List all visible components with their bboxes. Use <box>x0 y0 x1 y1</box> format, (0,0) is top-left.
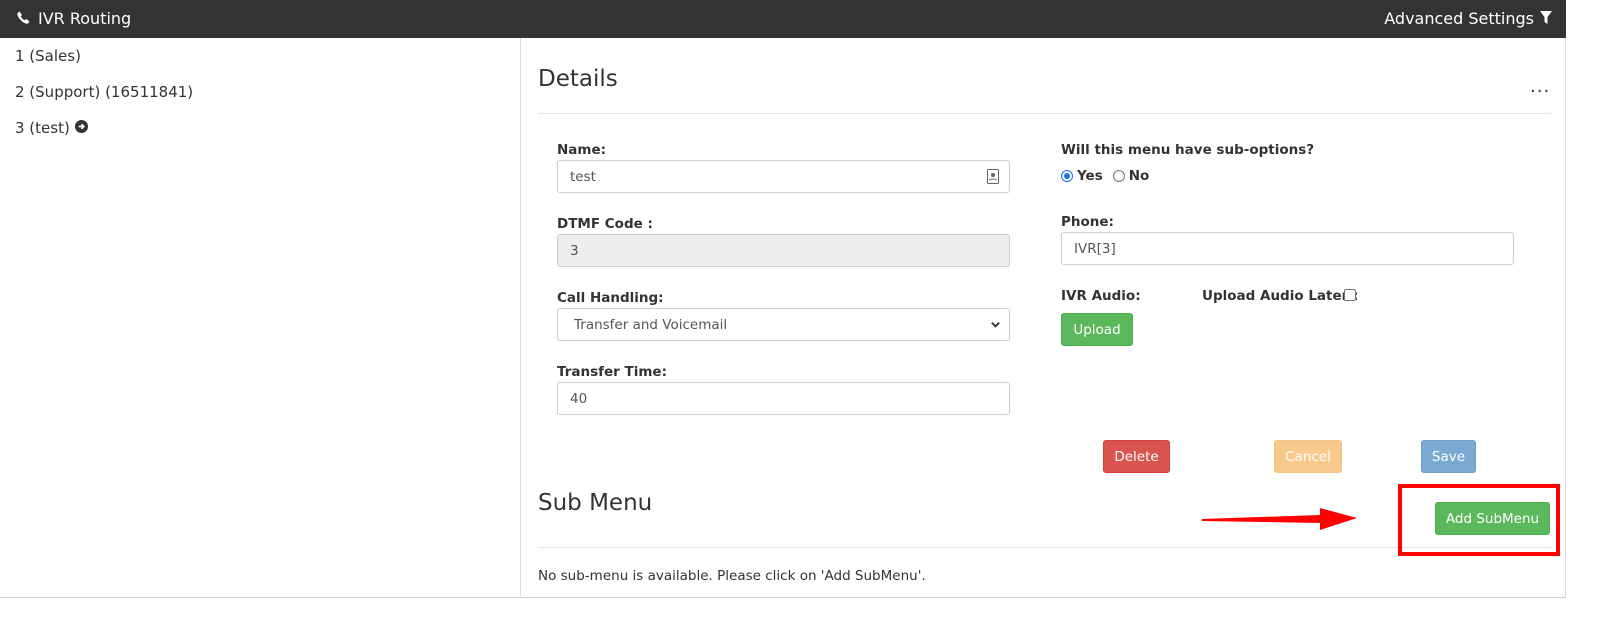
annotation-arrow <box>1202 508 1357 530</box>
call-handling-label: Call Handling: <box>557 290 664 306</box>
divider <box>538 113 1551 114</box>
dtmf-code-label: DTMF Code : <box>557 216 653 232</box>
phone-input-value: IVR[3] <box>1074 240 1116 257</box>
name-input[interactable]: test <box>557 160 1010 193</box>
upload-later-checkbox[interactable] <box>1344 289 1356 301</box>
radio-no[interactable]: No <box>1112 168 1150 184</box>
name-input-value: test <box>570 168 596 185</box>
no-submenu-message: No sub-menu is available. Please click o… <box>538 568 926 584</box>
advanced-settings-link[interactable]: Advanced Settings <box>1384 9 1552 28</box>
radio-no-indicator[interactable] <box>1112 170 1125 182</box>
app-title: IVR Routing <box>17 9 131 28</box>
sidebar-item-label: 1 (Sales) <box>15 47 81 65</box>
transfer-time-value: 40 <box>570 390 588 407</box>
sidebar-item-label: 3 (test) <box>15 119 70 137</box>
sub-menu-title: Sub Menu <box>538 490 653 516</box>
radio-yes-label: Yes <box>1077 168 1103 184</box>
filter-icon <box>1540 9 1552 28</box>
sub-options-radio-group: Yes No <box>1061 168 1149 184</box>
upload-later-label: Upload Audio Later : <box>1202 288 1359 304</box>
upload-button[interactable]: Upload <box>1061 313 1133 346</box>
ivr-audio-label: IVR Audio: <box>1061 288 1141 304</box>
dtmf-code-value: 3 <box>570 242 579 259</box>
chevron-down-icon <box>990 318 1001 334</box>
phone-label: Phone: <box>1061 214 1114 230</box>
name-label: Name: <box>557 142 607 158</box>
call-handling-value: Transfer and Voicemail <box>574 316 728 333</box>
more-options-button[interactable]: ... <box>1530 76 1550 97</box>
save-button[interactable]: Save <box>1421 440 1476 473</box>
call-handling-select[interactable]: Transfer and Voicemail <box>557 308 1010 341</box>
phone-icon <box>17 9 30 28</box>
arrow-circle-right-icon <box>74 119 88 137</box>
sidebar-item-support[interactable]: 2 (Support) (16511841) <box>15 83 193 101</box>
radio-no-label: No <box>1128 168 1150 184</box>
cancel-button[interactable]: Cancel <box>1274 440 1342 473</box>
sidebar-item-test[interactable]: 3 (test) <box>15 119 88 137</box>
sidebar-item-label: 2 (Support) (16511841) <box>15 83 194 101</box>
transfer-time-input[interactable]: 40 <box>557 382 1010 415</box>
details-title: Details <box>538 66 618 92</box>
contact-card-icon <box>987 169 999 188</box>
transfer-time-label: Transfer Time: <box>557 364 667 380</box>
advanced-settings-label: Advanced Settings <box>1384 9 1534 28</box>
radio-yes[interactable]: Yes <box>1061 168 1103 184</box>
sidebar-item-sales[interactable]: 1 (Sales) <box>15 47 81 65</box>
app-header: IVR Routing Advanced Settings <box>0 0 1566 38</box>
radio-yes-indicator[interactable] <box>1061 170 1073 182</box>
app-title-text: IVR Routing <box>38 9 132 28</box>
phone-input[interactable]: IVR[3] <box>1061 232 1514 265</box>
annotation-highlight-box <box>1398 484 1560 556</box>
delete-button[interactable]: Delete <box>1103 440 1170 473</box>
dtmf-code-input: 3 <box>557 234 1010 267</box>
sub-options-question: Will this menu have sub-options? <box>1061 142 1315 158</box>
